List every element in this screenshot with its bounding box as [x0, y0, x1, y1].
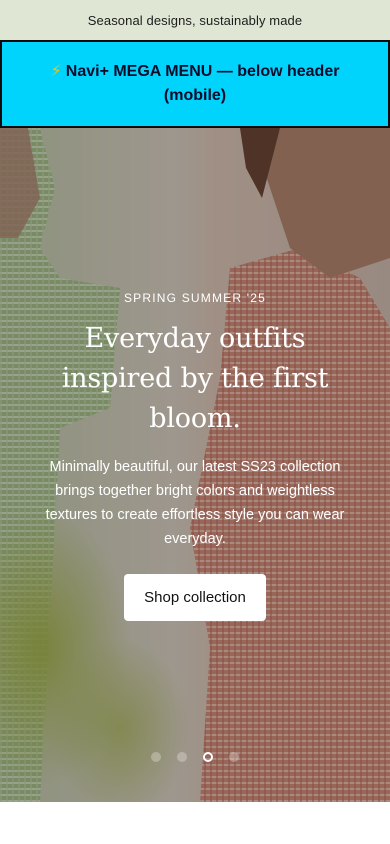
mega-menu-placeholder[interactable]: ⚡ Navi+ MEGA MENU — below header (mobile)	[0, 40, 390, 128]
slide-dot-2[interactable]	[177, 752, 187, 762]
page: Seasonal designs, sustainably made ⚡ Navi…	[0, 0, 390, 844]
hero-description: Minimally beautiful, our latest SS23 col…	[45, 459, 345, 547]
slide-pagination	[0, 752, 390, 762]
page-content-below-hero	[0, 802, 390, 844]
lightning-bolt-icon: ⚡	[50, 63, 62, 80]
mega-menu-label: Navi+ MEGA MENU — below header (mobile)	[65, 63, 340, 104]
shop-collection-button[interactable]: Shop collection	[124, 574, 266, 621]
hero-content: SPRING SUMMER '25 Everyday outfits inspi…	[0, 128, 390, 802]
slide-dot-1[interactable]	[151, 752, 161, 762]
hero-eyebrow: SPRING SUMMER '25	[123, 291, 267, 305]
slide-dot-4[interactable]	[229, 752, 239, 762]
hero-headline: Everyday outfits inspired by the first b…	[61, 323, 329, 434]
announcement-bar: Seasonal designs, sustainably made	[0, 0, 390, 40]
slide-dot-3[interactable]	[203, 752, 213, 762]
announcement-text: Seasonal designs, sustainably made	[87, 12, 303, 28]
hero-slideshow: SPRING SUMMER '25 Everyday outfits inspi…	[0, 128, 390, 802]
